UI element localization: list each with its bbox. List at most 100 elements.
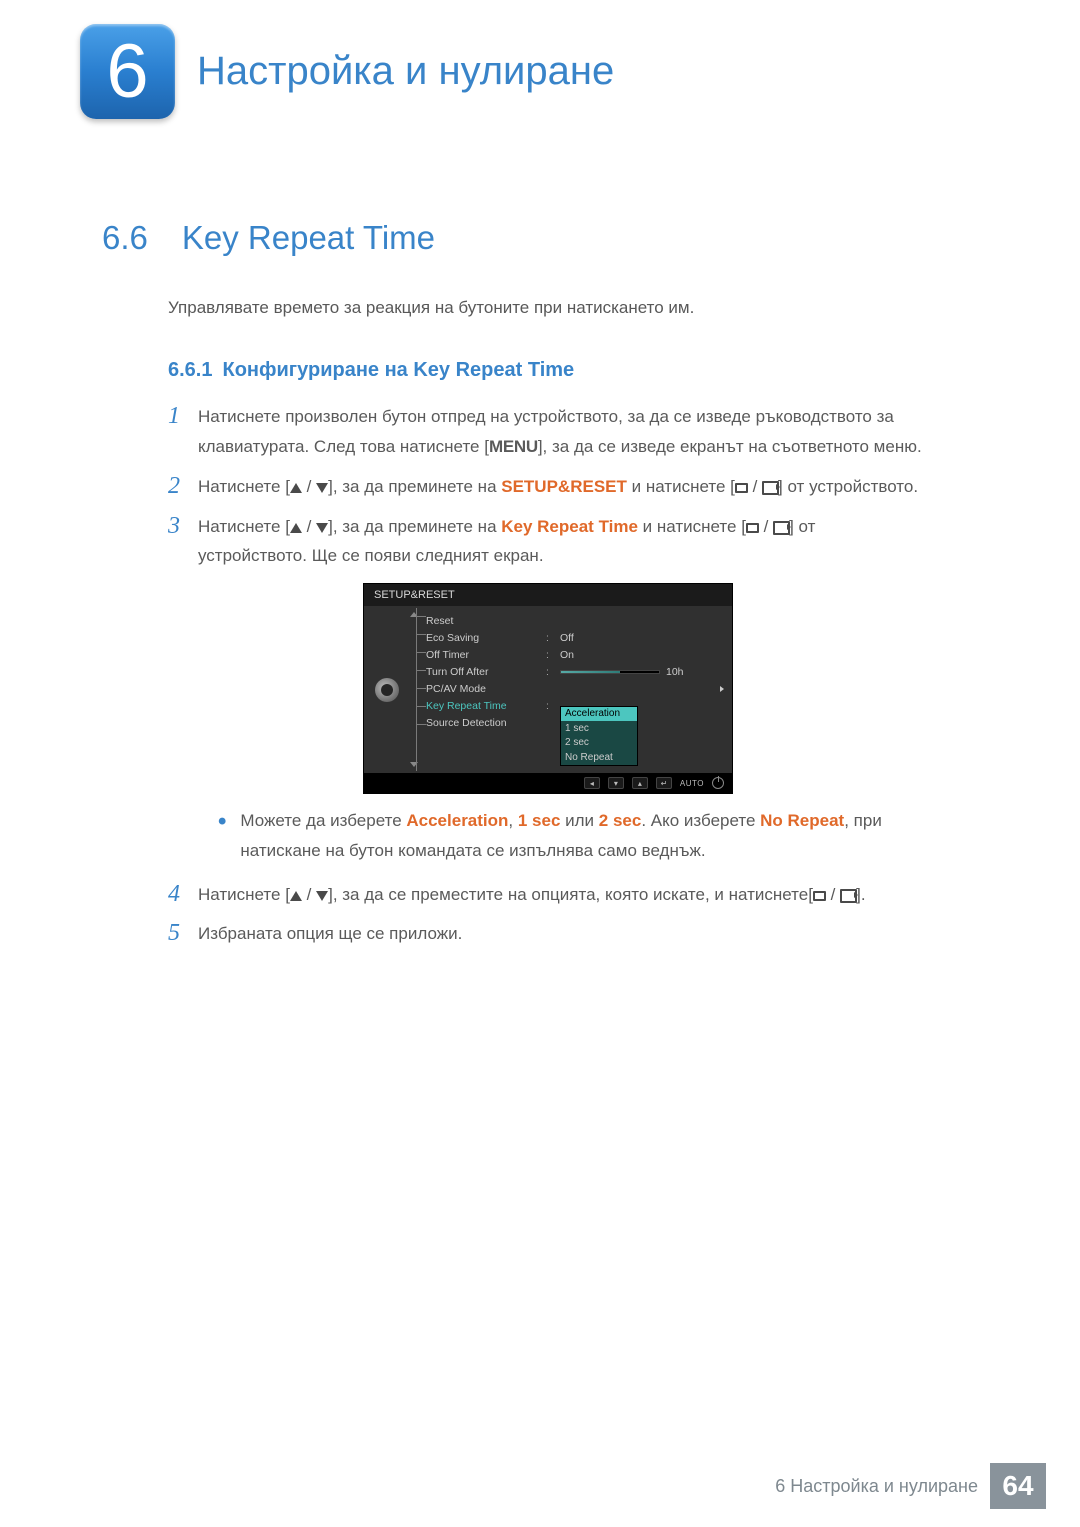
key-repeat-keyword: Key Repeat Time [501,517,638,536]
up-icon [290,483,302,493]
caret-right-icon [720,686,724,692]
osd-label: Off Timer [426,649,546,661]
text: , [508,811,517,830]
osd-row-eco: Eco Saving:Off [422,629,732,646]
section-number: 6.6 [102,219,148,257]
step-text: Натиснете [ / ], за да се преместите на … [198,880,866,910]
kw-norepeat: No Repeat [760,811,844,830]
osd-row-reset: Reset [422,612,732,629]
text: Натиснете [ [198,477,290,496]
text: Натиснете [ [198,885,290,904]
section-title: Key Repeat Time [182,219,435,257]
step-3: 3 Натиснете [ / ], за да преминете на Ke… [168,512,928,572]
chapter-number-badge: 6 [80,24,175,119]
bullet-icon: • [218,810,226,870]
osd-value: On [560,649,728,661]
note-bullet: • Можете да изберете Acceleration, 1 sec… [218,806,928,866]
kw-1sec: 1 sec [518,811,561,830]
footer-page-number: 64 [990,1463,1046,1509]
kw-2sec: 2 sec [599,811,642,830]
footer-chapter-label: 6 Настройка и нулиране [775,1476,978,1497]
down-icon [316,483,328,493]
select-icon [746,523,759,533]
osd-value: 10h [560,666,728,678]
select-icon [735,483,748,493]
text: Можете да изберете [240,811,406,830]
text: Натиснете [ [198,517,290,536]
chapter-header: 6 Настройка и нулиране [0,0,1080,119]
osd-label: PC/AV Mode [426,683,546,695]
step-5: 5 Избраната опция ще се приложи. [168,919,928,949]
step-text: Натиснете [ / ], за да преминете на Key … [198,512,928,572]
footer-down-icon: ▾ [608,777,624,789]
section-intro: Управлявате времето за реакция на бутони… [168,295,1080,321]
osd-body: Reset Eco Saving:Off Off Timer:On Turn O… [364,606,732,773]
step-number: 2 [168,472,198,502]
osd-row-pcav: PC/AV Mode [422,680,732,697]
footer-power-icon [712,777,724,789]
osd-label: Turn Off After [426,666,546,678]
dropdown-option: 2 sec [561,736,637,751]
colon: : [546,632,560,644]
osd-value: Off [560,632,728,644]
enter-icon [773,521,789,533]
steps-list: 1 Натиснете произволен бутон отпред на у… [168,402,928,949]
down-icon [316,891,328,901]
osd-footer: ◂ ▾ ▴ ↵ AUTO [364,773,732,793]
osd-value-text: 10h [666,666,684,678]
gear-icon [375,678,399,702]
dropdown-option: Acceleration [561,707,637,722]
up-icon [290,523,302,533]
up-icon [290,891,302,901]
osd-row-offtimer: Off Timer:On [422,646,732,663]
osd-row-turnoff: Turn Off After: 10h [422,663,732,680]
colon: : [546,700,560,712]
enter-icon [840,889,856,901]
text: ], за да се преместите на опцията, която… [328,885,813,904]
down-icon [316,523,328,533]
section-heading: 6.6 Key Repeat Time [102,219,1080,257]
enter-icon [762,481,778,493]
dropdown-option: 1 sec [561,721,637,736]
select-icon [813,891,826,901]
text: . Ако изберете [641,811,760,830]
osd-screenshot: SETUP&RESET Reset Eco Saving:Off Off Tim… [363,583,733,794]
footer-left-icon: ◂ [584,777,600,789]
text: ], за да преминете на [328,477,501,496]
osd-items: Reset Eco Saving:Off Off Timer:On Turn O… [418,606,732,773]
subsection-heading: 6.6.1 Конфигуриране на Key Repeat Time [168,359,1080,382]
footer-enter-icon: ↵ [656,777,672,789]
step-2: 2 Натиснете [ / ], за да преминете на SE… [168,472,928,502]
colon: : [546,666,560,678]
step-text: Избраната опция ще се приложи. [198,919,462,949]
page-footer: 6 Настройка и нулиране 64 [0,1463,1080,1527]
colon: : [546,649,560,661]
osd-sidebar [364,606,410,773]
text: и натиснете [ [638,517,746,536]
text: и натиснете [ [627,477,735,496]
menu-keyword: MENU [489,437,538,456]
osd-label: Eco Saving [426,632,546,644]
step-number: 3 [168,512,198,572]
footer-up-icon: ▴ [632,777,648,789]
osd-title: SETUP&RESET [364,584,732,606]
setup-reset-keyword: SETUP&RESET [501,477,627,496]
bullet-text: Можете да изберете Acceleration, 1 sec и… [240,806,928,866]
step-number: 5 [168,919,198,949]
text: ], за да преминете на [328,517,501,536]
dropdown-option: No Repeat [561,750,637,765]
subsection-title: Конфигуриране на Key Repeat Time [222,359,574,382]
kw-acceleration: Acceleration [406,811,508,830]
osd-dropdown: Acceleration 1 sec 2 sec No Repeat [560,706,638,766]
step-number: 1 [168,402,198,462]
osd-label: Key Repeat Time [426,700,546,712]
step-1: 1 Натиснете произволен бутон отпред на у… [168,402,928,462]
osd-label: Source Detection [426,717,546,729]
step-text: Натиснете [ / ], за да преминете на SETU… [198,472,918,502]
text: ] от устройството. [778,477,918,496]
step-text: Натиснете произволен бутон отпред на уст… [198,402,928,462]
subsection-number: 6.6.1 [168,359,212,382]
footer-auto-label: AUTO [680,779,704,788]
chapter-title: Настройка и нулиране [197,49,614,94]
osd-label: Reset [426,615,546,627]
